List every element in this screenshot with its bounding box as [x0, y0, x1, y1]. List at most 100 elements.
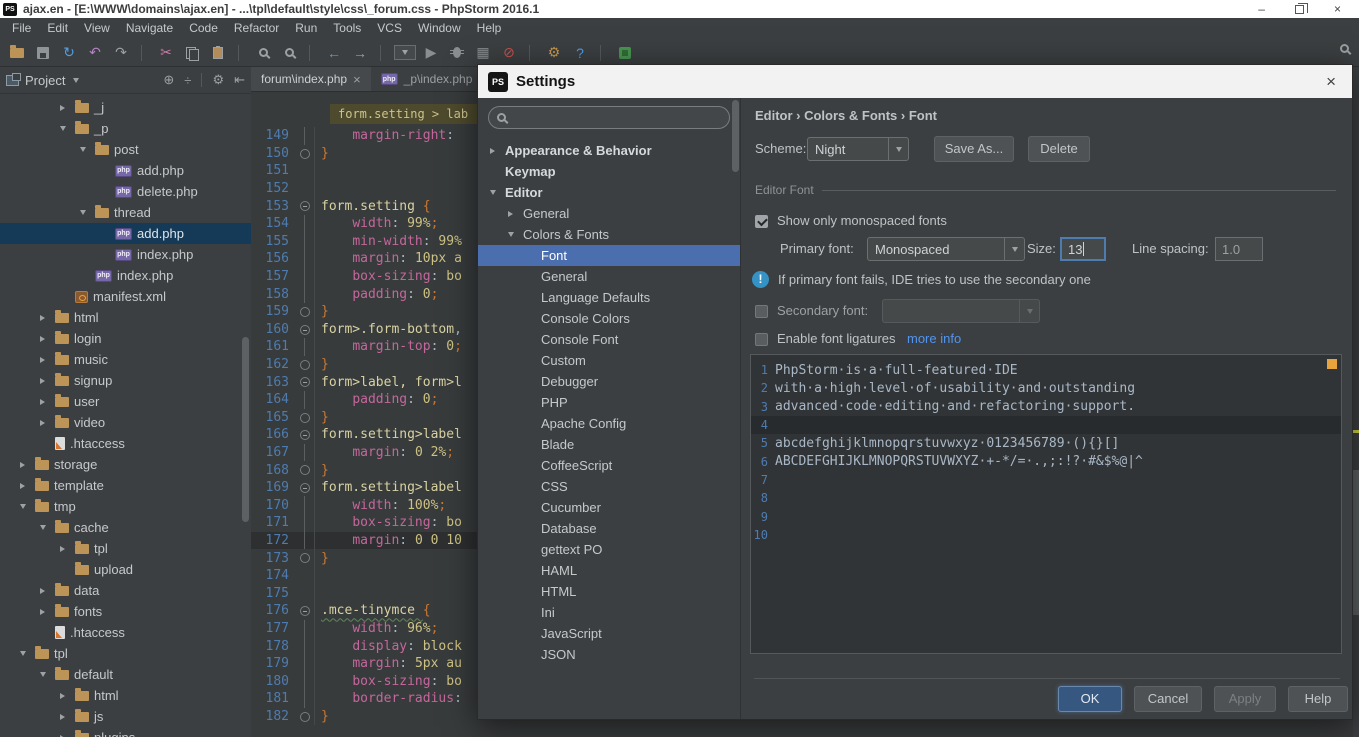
- font-size-input[interactable]: 13: [1060, 237, 1106, 261]
- settings-nav-haml[interactable]: HAML: [478, 560, 740, 581]
- expand-expanded-icon[interactable]: [60, 126, 75, 131]
- scheme-select[interactable]: Night: [807, 137, 909, 161]
- synchronize-icon[interactable]: ↻: [56, 42, 82, 64]
- secondary-font-checkbox[interactable]: [755, 305, 768, 318]
- expand-expanded-icon[interactable]: [80, 210, 95, 215]
- gear-icon[interactable]: ⚙: [212, 72, 224, 88]
- fold-marker-icon[interactable]: [297, 602, 315, 620]
- fold-marker-icon[interactable]: [297, 356, 315, 374]
- paste-icon[interactable]: [205, 42, 231, 64]
- fold-marker-icon[interactable]: [297, 321, 315, 339]
- expand-collapsed-icon[interactable]: [490, 148, 505, 154]
- settings-nav-font[interactable]: Font: [478, 245, 740, 266]
- scheme-dropdown-icon[interactable]: [888, 138, 908, 160]
- expand-collapsed-icon[interactable]: [40, 588, 55, 594]
- tree-item-signup[interactable]: signup: [0, 370, 251, 391]
- settings-nav-editor[interactable]: Editor: [478, 182, 740, 203]
- expand-collapsed-icon[interactable]: [508, 211, 523, 217]
- tree-item-add-php[interactable]: phpadd.php: [0, 160, 251, 181]
- menu-refactor[interactable]: Refactor: [226, 18, 287, 39]
- help-button[interactable]: Help: [1288, 686, 1348, 712]
- settings-nav-colors-fonts[interactable]: Colors & Fonts: [478, 224, 740, 245]
- tree-item-html[interactable]: html: [0, 685, 251, 706]
- settings-nav-json[interactable]: JSON: [478, 644, 740, 665]
- fold-marker-icon[interactable]: [297, 303, 315, 321]
- expand-collapsed-icon[interactable]: [20, 483, 35, 489]
- line-spacing-input[interactable]: 1.0: [1215, 237, 1263, 261]
- plugin-icon[interactable]: [612, 42, 638, 64]
- tree-item-cache[interactable]: cache: [0, 517, 251, 538]
- fold-marker-icon[interactable]: [297, 373, 315, 391]
- run-icon[interactable]: ▶: [418, 42, 444, 64]
- settings-icon[interactable]: ⚙: [541, 42, 567, 64]
- settings-nav-javascript[interactable]: JavaScript: [478, 623, 740, 644]
- fold-marker-icon[interactable]: [297, 426, 315, 444]
- undo-icon[interactable]: ↶: [82, 42, 108, 64]
- settings-nav-language-defaults[interactable]: Language Defaults: [478, 287, 740, 308]
- expand-collapsed-icon[interactable]: [60, 714, 75, 720]
- menu-help[interactable]: Help: [469, 18, 510, 39]
- menu-tools[interactable]: Tools: [325, 18, 369, 39]
- settings-nav-cucumber[interactable]: Cucumber: [478, 497, 740, 518]
- tree-item-user[interactable]: user: [0, 391, 251, 412]
- settings-nav-gettext-po[interactable]: gettext PO: [478, 539, 740, 560]
- menu-view[interactable]: View: [76, 18, 118, 39]
- tab-p-index-php[interactable]: php _p\index.php: [371, 67, 483, 91]
- primary-font-select[interactable]: Monospaced: [867, 237, 1025, 261]
- save-as-button[interactable]: Save As...: [934, 136, 1014, 162]
- menu-file[interactable]: File: [4, 18, 39, 39]
- cut-icon[interactable]: ✂: [153, 42, 179, 64]
- open-icon[interactable]: [4, 42, 30, 64]
- expand-expanded-icon[interactable]: [40, 525, 55, 530]
- restore-button[interactable]: [1295, 5, 1304, 14]
- expand-collapsed-icon[interactable]: [60, 105, 75, 111]
- expand-collapsed-icon[interactable]: [40, 420, 55, 426]
- tree-item-js[interactable]: js: [0, 706, 251, 727]
- copy-icon[interactable]: [179, 42, 205, 64]
- tree-item-tmp[interactable]: tmp: [0, 496, 251, 517]
- tree-item-post[interactable]: post: [0, 139, 251, 160]
- settings-nav-custom[interactable]: Custom: [478, 350, 740, 371]
- more-info-link[interactable]: more info: [907, 326, 961, 352]
- tree-item-default[interactable]: default: [0, 664, 251, 685]
- tree-item-tpl[interactable]: tpl: [0, 643, 251, 664]
- expand-collapsed-icon[interactable]: [60, 693, 75, 699]
- replace-icon[interactable]: [276, 42, 302, 64]
- fold-marker-icon[interactable]: [297, 145, 315, 163]
- tree-item-add-php[interactable]: phpadd.php: [0, 223, 251, 244]
- menu-run[interactable]: Run: [287, 18, 325, 39]
- ligatures-checkbox[interactable]: [755, 333, 768, 346]
- tree-item-template[interactable]: template: [0, 475, 251, 496]
- run-config-icon[interactable]: [392, 42, 418, 64]
- find-icon[interactable]: [250, 42, 276, 64]
- apply-button[interactable]: Apply: [1214, 686, 1276, 712]
- hide-panel-icon[interactable]: ⇤: [234, 72, 245, 88]
- expand-collapsed-icon[interactable]: [40, 378, 55, 384]
- fold-marker-icon[interactable]: [297, 409, 315, 427]
- tree-item-login[interactable]: login: [0, 328, 251, 349]
- tree-item-music[interactable]: music: [0, 349, 251, 370]
- settings-nav-general[interactable]: General: [478, 203, 740, 224]
- settings-search-input[interactable]: [488, 106, 730, 129]
- show-monospaced-checkbox[interactable]: [755, 215, 768, 228]
- editor-scrollbar[interactable]: [1353, 470, 1359, 615]
- font-preview-editor[interactable]: 1PhpStorm·is·a·full-featured·IDE2with·a·…: [750, 354, 1342, 654]
- settings-nav-blade[interactable]: Blade: [478, 434, 740, 455]
- redo-icon[interactable]: ↷: [108, 42, 134, 64]
- tree-item-html[interactable]: html: [0, 307, 251, 328]
- settings-nav-database[interactable]: Database: [478, 518, 740, 539]
- menu-edit[interactable]: Edit: [39, 18, 76, 39]
- tree-item-index-php[interactable]: phpindex.php: [0, 265, 251, 286]
- tree-item-upload[interactable]: upload: [0, 559, 251, 580]
- tree-item-storage[interactable]: storage: [0, 454, 251, 475]
- fold-marker-icon[interactable]: [297, 708, 315, 726]
- settings-close-icon[interactable]: ×: [1326, 72, 1342, 92]
- fold-marker-icon[interactable]: [297, 549, 315, 567]
- expand-expanded-icon[interactable]: [20, 651, 35, 656]
- tree-item--htaccess[interactable]: .htaccess: [0, 622, 251, 643]
- tree-item-index-php[interactable]: phpindex.php: [0, 244, 251, 265]
- settings-nav-appearance-behavior[interactable]: Appearance & Behavior: [478, 140, 740, 161]
- expand-expanded-icon[interactable]: [80, 147, 95, 152]
- restart-icon[interactable]: ⊘: [496, 42, 522, 64]
- expand-collapsed-icon[interactable]: [40, 315, 55, 321]
